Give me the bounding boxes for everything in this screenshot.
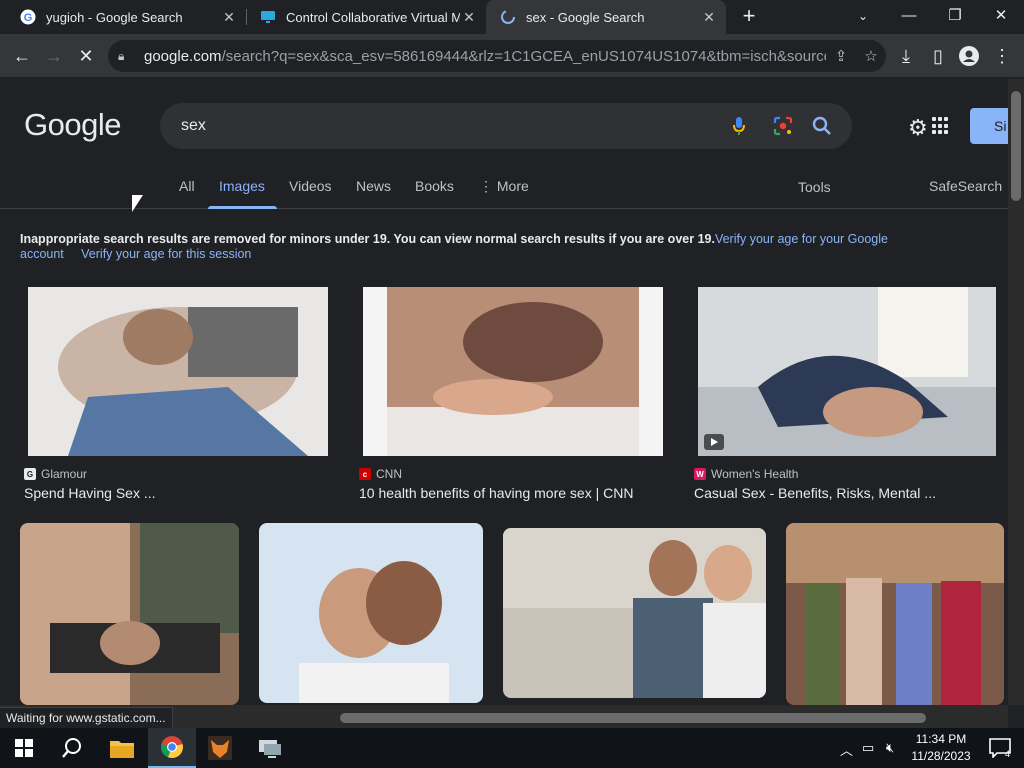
tools-button[interactable]: Tools: [798, 179, 831, 195]
kebab-menu-icon[interactable]: ⋮: [988, 42, 1016, 70]
result-image-2[interactable]: [363, 287, 663, 456]
safesearch-button[interactable]: SafeSearch: [929, 178, 1002, 194]
close-window-button[interactable]: ✕: [978, 0, 1024, 34]
tab-search-chevron-icon[interactable]: ⌄: [840, 0, 886, 34]
address-bar[interactable]: 🔒︎ google.com/search?q=sex&sca_esv=58616…: [108, 40, 886, 72]
back-button[interactable]: ←: [8, 42, 36, 70]
bookmark-star-icon[interactable]: ☆: [856, 47, 886, 65]
url-domain: google.com: [144, 47, 222, 65]
result-title-3[interactable]: Casual Sex - Benefits, Risks, Mental ...: [694, 485, 936, 501]
file-explorer-icon[interactable]: [98, 728, 146, 768]
google-apps-icon[interactable]: [932, 117, 950, 135]
result-source-3[interactable]: W Women's Health: [694, 467, 798, 481]
tab-news[interactable]: News: [356, 178, 391, 194]
result-image-6[interactable]: [503, 528, 766, 698]
result-title-1[interactable]: Spend Having Sex ...: [24, 485, 156, 501]
clock-date: 11/28/2023: [911, 749, 971, 763]
tab-books[interactable]: Books: [415, 178, 454, 194]
notification-count: 4: [1005, 749, 1010, 758]
microphone-icon[interactable]: [726, 113, 752, 139]
close-tab-icon[interactable]: ✕: [220, 9, 238, 26]
loading-icon: [500, 9, 516, 25]
vertical-scrollbar[interactable]: [1008, 79, 1024, 705]
result-image-1[interactable]: [28, 287, 328, 456]
new-tab-button[interactable]: +: [736, 4, 762, 30]
stop-loading-button[interactable]: ✕: [72, 42, 100, 70]
google-logo[interactable]: Google: [24, 107, 121, 143]
tab-title: yugioh - Google Search: [46, 9, 183, 25]
browser-toolbar: ← → ✕ 🔒︎ google.com/search?q=sex&sca_esv…: [0, 34, 1024, 78]
network-icon[interactable]: ▭: [862, 740, 874, 756]
tab-control-collaborative[interactable]: Control Collaborative Virtual Ma ✕: [246, 0, 486, 34]
search-box[interactable]: sex: [160, 103, 852, 149]
active-tab-indicator: [208, 206, 277, 209]
source-name: Women's Health: [711, 467, 799, 481]
close-tab-icon[interactable]: ✕: [460, 9, 478, 26]
result-image-5[interactable]: [259, 523, 483, 703]
result-image-4[interactable]: [20, 523, 239, 705]
womens-health-favicon-icon: W: [694, 468, 706, 480]
tab-more[interactable]: ⋮ More: [479, 178, 529, 195]
forward-button[interactable]: →: [40, 42, 68, 70]
tab-sex-search-active[interactable]: sex - Google Search ✕: [486, 0, 726, 34]
search-icon[interactable]: [809, 113, 835, 139]
result-title-2[interactable]: 10 health benefits of having more sex | …: [359, 485, 633, 501]
profile-avatar-icon[interactable]: [955, 42, 983, 70]
status-bubble: Waiting for www.gstatic.com...: [0, 707, 173, 729]
vertical-scroll-thumb[interactable]: [1011, 91, 1021, 201]
tab-yugioh[interactable]: G yugioh - Google Search ✕: [6, 0, 246, 34]
search-nav-tabs: All Images Videos News Books ⋮ More Tool…: [0, 169, 1008, 209]
clock-time: 11:34 PM: [915, 732, 967, 746]
svg-text:G: G: [24, 12, 33, 24]
source-name: Glamour: [41, 467, 88, 481]
source-name: CNN: [376, 467, 402, 481]
remote-desktop-icon[interactable]: [246, 728, 294, 768]
volume-muted-icon[interactable]: 🔇︎: [886, 740, 894, 756]
google-g-icon: G: [20, 9, 36, 25]
more-label: More: [496, 178, 529, 194]
monitor-icon: [260, 9, 276, 25]
tab-all[interactable]: All: [179, 178, 195, 194]
tab-title: Control Collaborative Virtual Ma: [286, 9, 460, 25]
tab-images[interactable]: Images: [219, 178, 265, 194]
tab-strip: G yugioh - Google Search ✕ Control Colla…: [0, 0, 1024, 34]
download-icon[interactable]: ⤓: [892, 42, 920, 70]
url-path: /search?q=sex&sca_esv=586169444&rlz=1C1G…: [221, 47, 826, 65]
chrome-icon[interactable]: [148, 728, 196, 768]
tab-title: sex - Google Search: [526, 9, 645, 25]
url-text: google.com/search?q=sex&sca_esv=58616944…: [144, 48, 826, 65]
tab-videos[interactable]: Videos: [289, 178, 332, 194]
sign-in-button[interactable]: Si: [970, 108, 1008, 144]
windows-taskbar: ︿ ▭ 🔇︎ 11:34 PM 11/28/2023 4: [0, 728, 1024, 768]
show-hidden-icons-chevron-icon[interactable]: ︿: [840, 740, 853, 759]
windows-start-icon[interactable]: [0, 728, 48, 768]
result-source-2[interactable]: c CNN: [359, 467, 402, 481]
settings-gear-icon[interactable]: ⚙: [908, 115, 928, 141]
result-image-3[interactable]: [698, 287, 996, 456]
google-images-page: Google sex ⚙ Si All Images Videos News B…: [0, 79, 1008, 705]
glamour-favicon-icon: G: [24, 468, 36, 480]
mouse-cursor-icon: [132, 195, 143, 212]
fox-app-icon[interactable]: [196, 728, 244, 768]
restore-button[interactable]: ❐: [932, 0, 978, 34]
google-lens-icon[interactable]: [770, 113, 796, 139]
system-clock[interactable]: 11:34 PM 11/28/2023: [908, 731, 974, 765]
result-source-1[interactable]: G Glamour: [24, 467, 87, 481]
more-vert-icon: ⋮: [479, 178, 497, 194]
minimize-button[interactable]: —: [886, 0, 932, 34]
age-verification-notice: Inappropriate search results are removed…: [20, 232, 980, 262]
cnn-favicon-icon: c: [359, 468, 371, 480]
notice-text: Inappropriate search results are removed…: [20, 232, 715, 246]
search-input[interactable]: sex: [181, 117, 206, 135]
share-icon[interactable]: ⇪: [826, 47, 856, 65]
notifications-icon[interactable]: 4: [976, 728, 1024, 768]
verify-session-link[interactable]: Verify your age for this session: [81, 247, 251, 261]
video-play-icon: [704, 434, 724, 450]
close-tab-icon[interactable]: ✕: [700, 9, 718, 26]
search-icon[interactable]: [48, 728, 96, 768]
side-panel-icon[interactable]: ▯: [924, 42, 952, 70]
result-image-7[interactable]: [786, 523, 1004, 705]
lock-icon[interactable]: 🔒︎: [118, 49, 134, 64]
horizontal-scroll-thumb[interactable]: [340, 713, 926, 723]
